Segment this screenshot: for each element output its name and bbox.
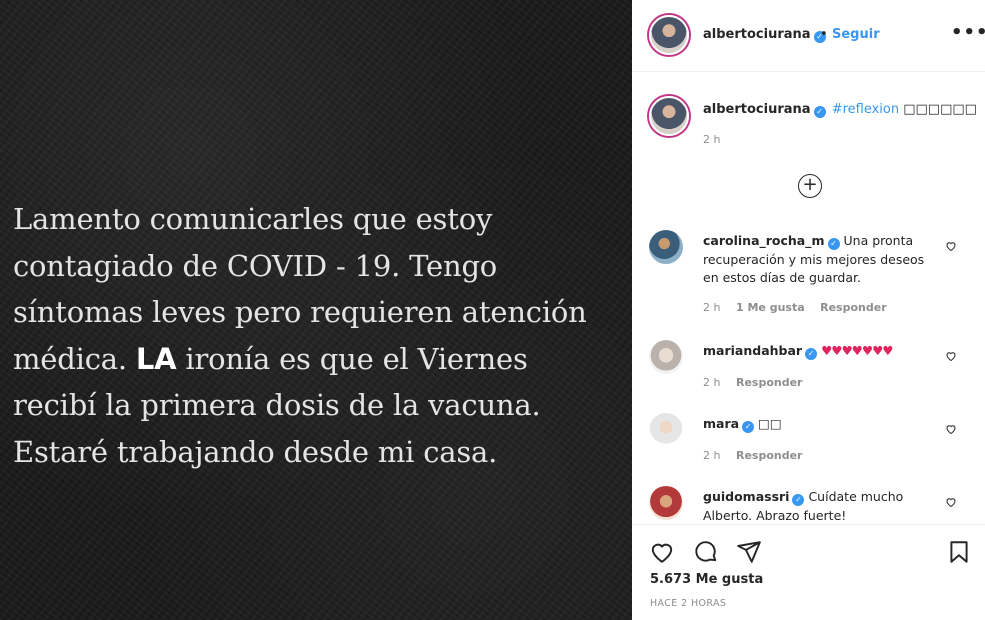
comment-meta: 2 h Responder [703, 449, 814, 462]
commenter-username-text[interactable]: mariandahbar [703, 343, 802, 358]
verified-badge-icon: ✓ [827, 238, 840, 250]
post-text-emphasis: LA [135, 341, 177, 376]
like-comment-heart-icon[interactable] [945, 496, 957, 508]
commenter-username[interactable]: guidomassri ✓ [703, 489, 805, 506]
follow-button[interactable]: Seguir [832, 27, 880, 42]
comment-time[interactable]: 2 h [703, 376, 720, 389]
post-image[interactable]: Lamento comunicarles que estoy contagiad… [0, 0, 632, 620]
comment-time[interactable]: 2 h [703, 301, 720, 314]
likes-count[interactable]: 5.673 Me gusta [650, 572, 763, 587]
like-comment-heart-icon[interactable] [945, 240, 957, 252]
comment-text: □□ [758, 416, 782, 431]
commenter-username-text[interactable]: mara [703, 416, 739, 431]
verified-badge-icon: ✓ [813, 106, 826, 118]
caption-time[interactable]: 2 h [703, 133, 720, 146]
commenter-username-text[interactable]: carolina_rocha_m [703, 233, 825, 248]
commenter-username[interactable]: mara ✓ [703, 416, 755, 433]
reply-button[interactable]: Responder [736, 449, 803, 462]
commenter-avatar[interactable] [649, 340, 683, 374]
like-comment-heart-icon[interactable] [945, 350, 957, 362]
comment-text: ♥♥♥♥♥♥♥ [821, 343, 893, 358]
comment-bubble-icon[interactable] [693, 539, 719, 565]
comment-body: carolina_rocha_m ✓ Una pronta recuperació… [703, 232, 943, 288]
caption-hashtag[interactable]: #reflexion [832, 102, 899, 117]
like-comment-heart-icon[interactable] [945, 423, 957, 435]
comment-meta: 2 h 1 Me gusta Responder [703, 301, 899, 314]
author-username-text[interactable]: albertociurana [703, 27, 811, 42]
commenter-username[interactable]: carolina_rocha_m ✓ [703, 233, 840, 250]
author-username[interactable]: albertociurana ✓ [703, 27, 826, 43]
caption-trailing-text: □□□□□□ [903, 102, 977, 117]
commenter-avatar[interactable] [649, 486, 683, 520]
reply-button[interactable]: Responder [736, 376, 803, 389]
comment-time[interactable]: 2 h [703, 449, 720, 462]
post-side-panel: albertociurana ✓ • Seguir ••• albertociur… [632, 0, 985, 620]
post-time-ago[interactable]: HACE 2 HORAS [650, 598, 726, 609]
commenter-username[interactable]: mariandahbar ✓ [703, 343, 818, 360]
save-bookmark-icon[interactable] [946, 539, 972, 565]
comment-likes[interactable]: 1 Me gusta [736, 301, 805, 314]
commenter-avatar[interactable] [649, 230, 683, 264]
caption-username[interactable]: albertociurana ✓ [703, 102, 826, 118]
caption-author-avatar[interactable] [649, 96, 689, 136]
load-more-comments-button[interactable]: + [798, 174, 822, 198]
caption-line: albertociurana ✓ #reflexion □□□□□□ [703, 102, 977, 118]
author-avatar[interactable] [649, 15, 689, 55]
comment-body: mariandahbar ✓ ♥♥♥♥♥♥♥ [703, 342, 943, 361]
comment-meta: 2 h Responder [703, 376, 814, 389]
post-image-text: Lamento comunicarles que estoy contagiad… [13, 196, 613, 475]
like-heart-icon[interactable] [649, 539, 675, 565]
more-options-icon[interactable]: ••• [951, 22, 985, 43]
verified-badge-icon: ✓ [742, 421, 755, 433]
separator-dot: • [820, 27, 828, 42]
share-paper-plane-icon[interactable] [736, 539, 762, 565]
comment-body: guidomassri ✓ Cuídate mucho Alberto. Abra… [703, 488, 943, 524]
commenter-username-text[interactable]: guidomassri [703, 489, 789, 504]
caption-username-text[interactable]: albertociurana [703, 102, 811, 117]
comment-body: mara ✓ □□ [703, 415, 943, 434]
post-header: albertociurana ✓ • Seguir ••• [632, 0, 985, 72]
reply-button[interactable]: Responder [820, 301, 887, 314]
commenter-avatar[interactable] [649, 413, 683, 447]
verified-badge-icon: ✓ [792, 494, 805, 506]
comments-list[interactable]: albertociurana ✓ #reflexion □□□□□□ 2 h + … [632, 72, 985, 524]
verified-badge-icon: ✓ [805, 348, 818, 360]
